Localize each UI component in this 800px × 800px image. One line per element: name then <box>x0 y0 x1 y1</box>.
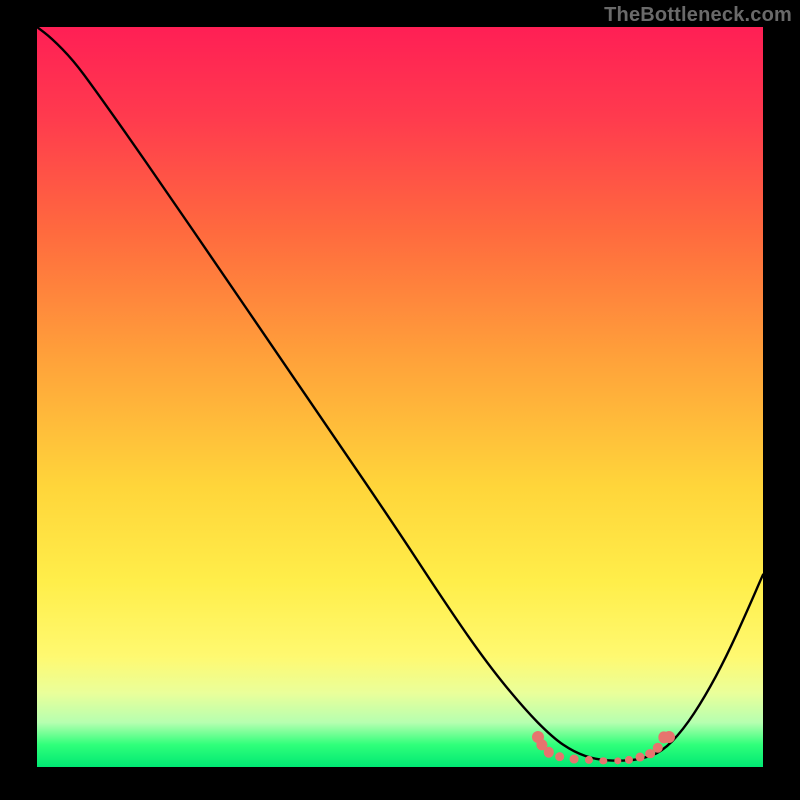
chart-canvas: TheBottleneck.com <box>0 0 800 800</box>
gradient-plot-area <box>37 27 763 767</box>
watermark-text: TheBottleneck.com <box>604 4 792 27</box>
